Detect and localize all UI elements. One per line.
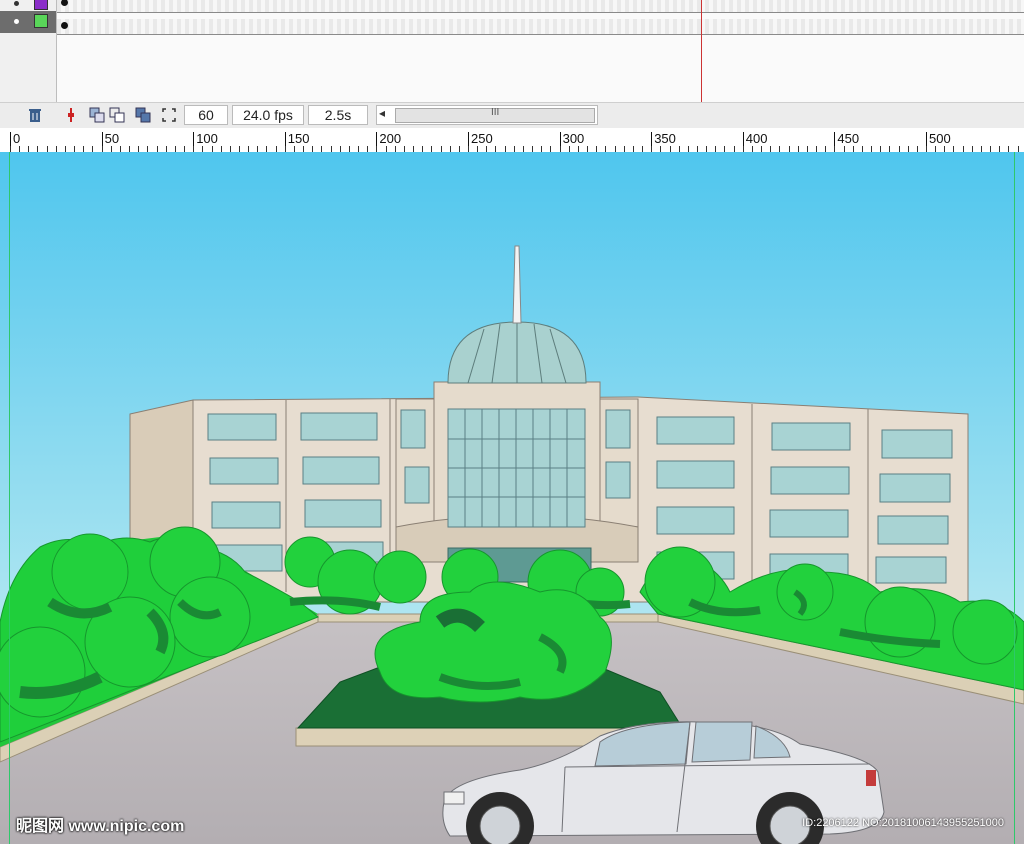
frame-row[interactable] xyxy=(57,0,1024,13)
modify-markers-icon[interactable] xyxy=(161,107,177,123)
ruler-label: 0 xyxy=(13,131,21,146)
stage-guide-right xyxy=(1014,152,1015,844)
layer-color-swatch xyxy=(34,14,48,28)
center-frame-icon[interactable] xyxy=(63,107,79,123)
ruler-label: 250 xyxy=(471,131,493,146)
layer-color-swatch xyxy=(34,0,48,10)
ruler-label: 150 xyxy=(287,131,310,146)
timeline-panel xyxy=(0,0,1024,102)
scroll-left-icon[interactable]: ◂ xyxy=(379,106,385,120)
playhead[interactable] xyxy=(701,0,702,102)
ruler-label: 400 xyxy=(745,131,768,146)
ruler-label: 300 xyxy=(562,131,585,146)
frame-rate-field[interactable]: 24.0 fps xyxy=(232,105,304,125)
car-taillight xyxy=(866,770,876,786)
timeline-toolbar: 60 24.0 fps 2.5s ◂ III xyxy=(0,102,1024,127)
watermark-left: 昵图网 www.nipic.com xyxy=(16,818,185,835)
stage-guide-left xyxy=(9,152,10,844)
horizontal-ruler: 0 50 100 150 200 250 300 350 400 450 500 xyxy=(0,128,1024,153)
watermark-right: ID:2206122 NO:20181006143955251000 xyxy=(802,817,1004,829)
ruler-label: 450 xyxy=(837,131,860,146)
onion-skin-outlines-icon[interactable] xyxy=(109,107,125,123)
timeline-scrollbar[interactable]: ◂ III xyxy=(376,105,598,125)
keyframe-dot[interactable] xyxy=(61,0,68,6)
frame-grid[interactable] xyxy=(57,0,1024,102)
ruler-label: 500 xyxy=(929,131,951,146)
stage-canvas[interactable] xyxy=(0,152,1024,844)
layer-row-2[interactable] xyxy=(0,11,56,33)
grip-icon: III xyxy=(491,107,500,118)
layer-list xyxy=(0,0,57,102)
onion-skin-icon[interactable] xyxy=(89,107,105,123)
ruler-label: 50 xyxy=(104,131,120,146)
current-frame-field[interactable]: 60 xyxy=(184,105,228,125)
elapsed-time-field[interactable]: 2.5s xyxy=(308,105,368,125)
scene-illustration xyxy=(0,152,1024,844)
ruler-label: 200 xyxy=(379,131,402,146)
scroll-thumb[interactable]: III xyxy=(395,107,595,123)
visibility-dot-icon[interactable] xyxy=(14,19,19,24)
ruler-label: 100 xyxy=(196,131,218,146)
edit-multiple-frames-icon[interactable] xyxy=(135,107,151,123)
spire xyxy=(512,245,522,324)
keyframe-dot[interactable] xyxy=(61,22,68,29)
car-rear-window xyxy=(691,721,753,763)
visibility-dot-icon[interactable] xyxy=(14,1,19,6)
ruler-label: 350 xyxy=(654,131,676,146)
trash-icon[interactable] xyxy=(27,107,43,123)
frame-row[interactable] xyxy=(57,19,1024,35)
car-headlight xyxy=(443,791,465,805)
